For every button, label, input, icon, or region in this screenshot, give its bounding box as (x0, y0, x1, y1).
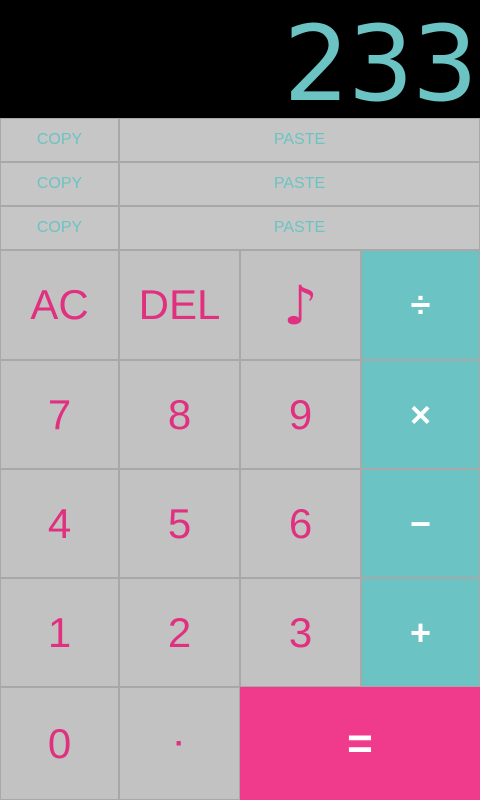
result-display: 233 (0, 0, 480, 118)
digit-4-button[interactable]: 4 (0, 469, 119, 578)
copy-button-3[interactable]: COPY (0, 206, 119, 250)
sound-toggle-button[interactable]: ♪ (240, 250, 361, 360)
delete-button[interactable]: DEL (119, 250, 240, 360)
digit-1-button[interactable]: 1 (0, 578, 119, 687)
copy-button-1[interactable]: COPY (0, 118, 119, 162)
equals-button[interactable]: = (240, 687, 480, 800)
digit-0-button[interactable]: 0 (0, 687, 119, 800)
digit-5-button[interactable]: 5 (119, 469, 240, 578)
paste-button-3[interactable]: PASTE (119, 206, 480, 250)
add-button[interactable]: + (361, 578, 480, 687)
digit-7-button[interactable]: 7 (0, 360, 119, 469)
digit-2-button[interactable]: 2 (119, 578, 240, 687)
paste-button-1[interactable]: PASTE (119, 118, 480, 162)
digit-9-button[interactable]: 9 (240, 360, 361, 469)
clipboard-row-1: COPY PASTE (0, 118, 480, 162)
music-note-icon: ♪ (283, 273, 318, 337)
subtract-button[interactable]: − (361, 469, 480, 578)
clipboard-row-3: COPY PASTE (0, 206, 480, 250)
display-value: 233 (283, 3, 478, 118)
clipboard-row-2: COPY PASTE (0, 162, 480, 206)
paste-button-2[interactable]: PASTE (119, 162, 480, 206)
digit-6-button[interactable]: 6 (240, 469, 361, 578)
copy-button-2[interactable]: COPY (0, 162, 119, 206)
digit-3-button[interactable]: 3 (240, 578, 361, 687)
divide-button[interactable]: ÷ (361, 250, 480, 360)
decimal-point-button[interactable]: · (119, 687, 240, 800)
multiply-button[interactable]: × (361, 360, 480, 469)
digit-8-button[interactable]: 8 (119, 360, 240, 469)
clear-all-button[interactable]: AC (0, 250, 119, 360)
